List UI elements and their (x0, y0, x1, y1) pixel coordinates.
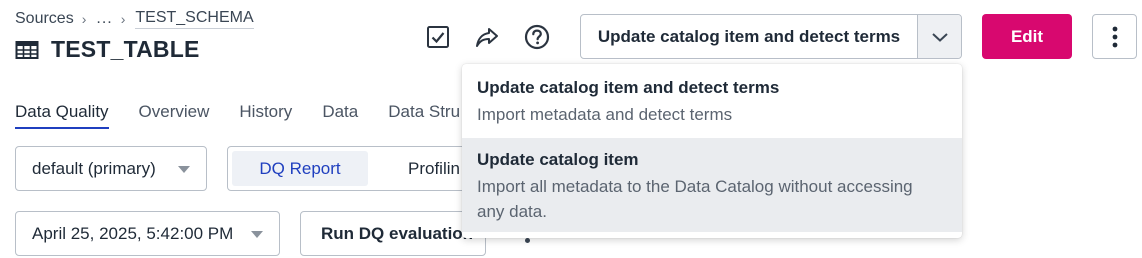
update-catalog-button[interactable]: Update catalog item and detect terms (581, 15, 917, 58)
chevron-right-icon: › (120, 11, 126, 27)
environment-select[interactable]: default (primary) (15, 146, 207, 191)
menu-item-update-and-detect[interactable]: Update catalog item and detect terms Imp… (462, 64, 962, 138)
update-catalog-split-button: Update catalog item and detect terms (580, 14, 962, 59)
menu-item-title: Update catalog item (477, 150, 639, 169)
chevron-right-icon: › (81, 11, 87, 27)
menu-item-update-catalog[interactable]: Update catalog item Import all metadata … (462, 138, 962, 232)
report-view-toggle: DQ Report Profilin (227, 146, 486, 191)
menu-item-description-line2: any data. (477, 202, 547, 221)
segment-profiling[interactable]: Profilin (368, 151, 460, 186)
dot-indicator (525, 238, 530, 243)
caret-down-icon (251, 231, 263, 238)
menu-item-description: Import metadata and detect terms (477, 105, 733, 124)
share-arrow-icon[interactable] (474, 24, 500, 50)
edit-button[interactable]: Edit (982, 14, 1072, 59)
tab-data-structure[interactable]: Data Stru (388, 102, 460, 129)
breadcrumb-schema[interactable]: TEST_SCHEMA (135, 9, 254, 29)
tab-data[interactable]: Data (322, 102, 358, 129)
date-select-value: April 25, 2025, 5:42:00 PM (32, 223, 234, 243)
tab-overview[interactable]: Overview (139, 102, 210, 129)
more-options-button[interactable] (1092, 14, 1137, 59)
menu-item-description: Import all metadata to the Data Catalog … (477, 174, 947, 224)
table-icon (15, 40, 39, 59)
chevron-down-icon (931, 32, 948, 42)
split-dropdown-toggle[interactable] (917, 15, 961, 58)
environment-select-value: default (primary) (32, 158, 156, 178)
date-select[interactable]: April 25, 2025, 5:42:00 PM (15, 211, 280, 256)
breadcrumb-ellipsis[interactable]: ... (96, 10, 112, 28)
page-title: TEST_TABLE (51, 36, 200, 62)
check-square-icon[interactable] (425, 24, 451, 50)
help-circle-icon[interactable] (524, 24, 550, 50)
segment-dq-report[interactable]: DQ Report (232, 151, 368, 186)
tab-bar: Data Quality Overview History Data Data … (15, 102, 490, 129)
menu-item-description-line1: Import all metadata to the Data Catalog … (477, 177, 913, 196)
tab-data-quality[interactable]: Data Quality (15, 102, 109, 129)
page-header: TEST_TABLE (15, 36, 200, 63)
more-vertical-icon (1112, 26, 1117, 47)
update-catalog-menu: Update catalog item and detect terms Imp… (462, 64, 962, 238)
caret-down-icon (178, 166, 190, 173)
menu-item-title: Update catalog item and detect terms (477, 78, 780, 97)
run-dq-evaluation-button[interactable]: Run DQ evaluation (300, 211, 486, 256)
breadcrumb-sources[interactable]: Sources (15, 10, 74, 28)
breadcrumb: Sources › ... › TEST_SCHEMA (15, 9, 254, 29)
tab-history[interactable]: History (239, 102, 292, 129)
